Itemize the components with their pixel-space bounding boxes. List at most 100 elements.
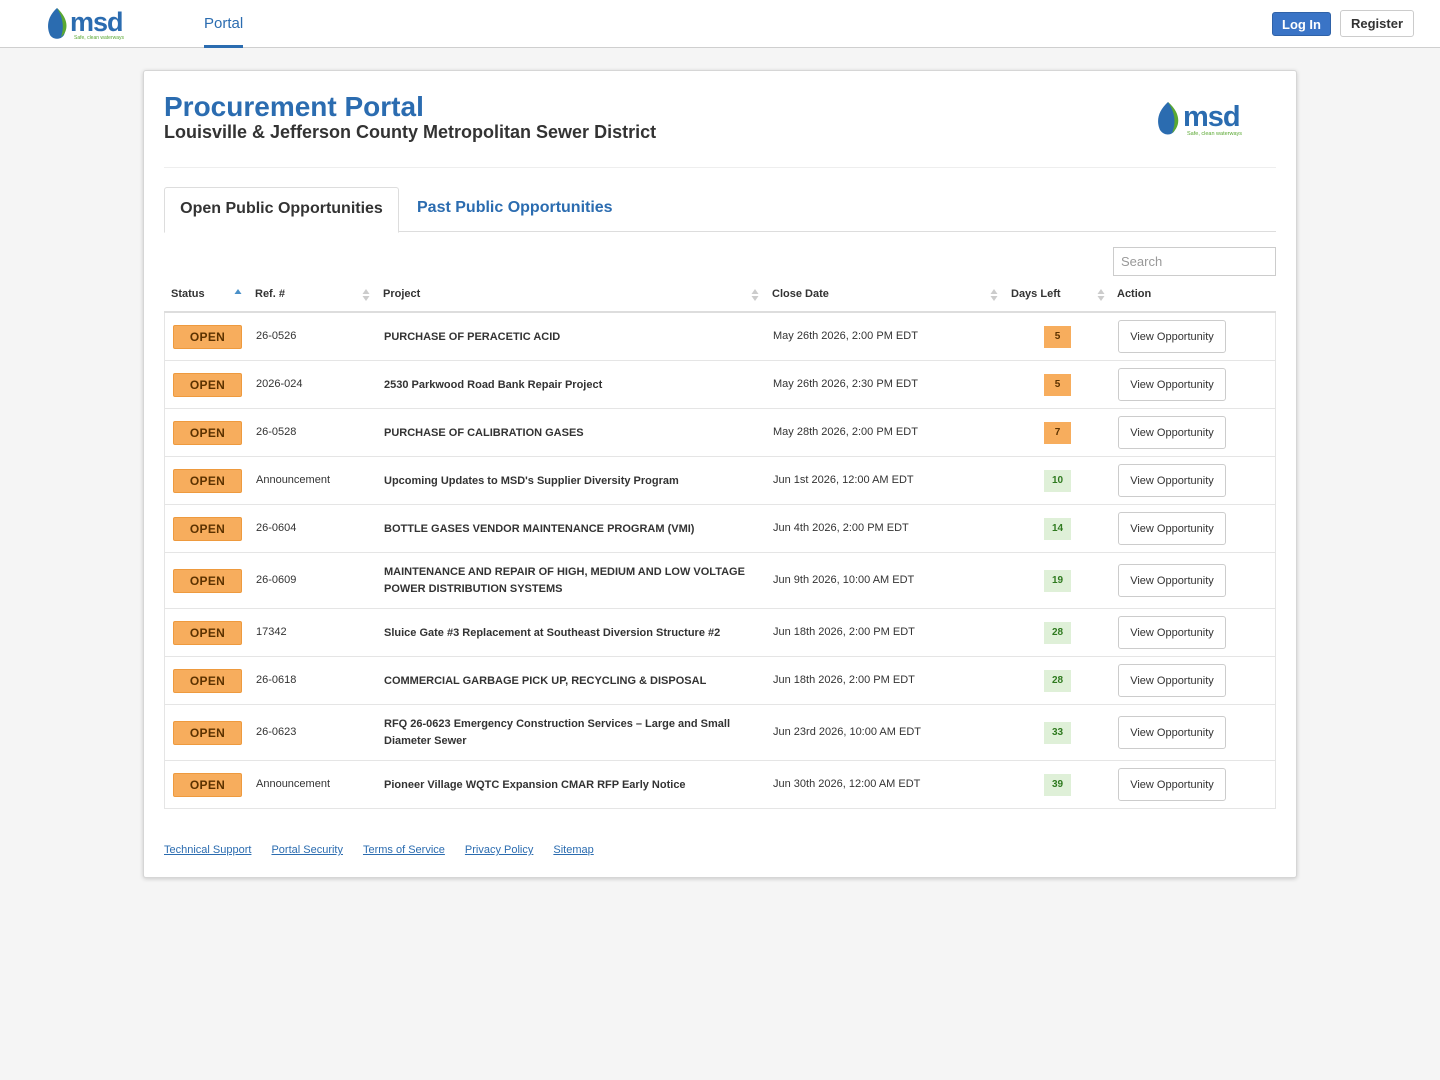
footer-link-portal-security[interactable]: Portal Security — [271, 844, 343, 856]
status-badge: OPEN — [173, 721, 242, 745]
view-opportunity-button[interactable]: View Opportunity — [1118, 464, 1226, 497]
logo-tagline-large: Safe, clean waterways — [1187, 131, 1242, 137]
project-name: PURCHASE OF CALIBRATION GASES — [384, 427, 584, 439]
status-badge: OPEN — [173, 621, 242, 645]
msd-logo[interactable]: msd Safe, clean waterways — [44, 6, 144, 42]
close-date: Jun 23rd 2026, 10:00 AM EDT — [773, 726, 921, 738]
sort-icon[interactable] — [751, 288, 759, 302]
table-row: OPEN 26-0528 PURCHASE OF CALIBRATION GASES… — [165, 409, 1275, 457]
header-divider — [164, 167, 1276, 168]
project-name: Upcoming Updates to MSD's Supplier Diver… — [384, 475, 679, 487]
view-opportunity-button[interactable]: View Opportunity — [1118, 320, 1226, 353]
table-row: OPEN Announcement Upcoming Updates to MSD'… — [165, 457, 1275, 505]
project-name: MAINTENANCE AND REPAIR OF HIGH, MEDIUM A… — [384, 566, 745, 595]
opportunities-table: Status Ref. # Project Close Date Days Le… — [164, 277, 1276, 809]
header-close-date[interactable]: Close Date — [772, 288, 829, 300]
days-left-badge: 7 — [1044, 422, 1071, 444]
logo-wordmark-large: msd — [1183, 101, 1240, 133]
days-left-badge: 10 — [1044, 470, 1071, 492]
ref-number: 26-0526 — [256, 330, 297, 342]
view-opportunity-button[interactable]: View Opportunity — [1118, 512, 1226, 545]
days-left-badge: 5 — [1044, 326, 1071, 348]
header-days-left[interactable]: Days Left — [1011, 288, 1061, 300]
tabs: Open Public Opportunities Past Public Op… — [164, 187, 1276, 233]
table-body: OPEN 26-0526 PURCHASE OF PERACETIC ACID May… — [164, 313, 1276, 809]
table-row: OPEN 26-0526 PURCHASE OF PERACETIC ACID May… — [165, 313, 1275, 361]
project-name: Sluice Gate #3 Replacement at Southeast … — [384, 627, 721, 639]
table-row: OPEN 26-0604 BOTTLE GASES VENDOR MAINTENAN… — [165, 505, 1275, 553]
footer-link-terms-of-service[interactable]: Terms of Service — [363, 844, 445, 856]
project-name: PURCHASE OF PERACETIC ACID — [384, 331, 561, 343]
status-badge: OPEN — [173, 421, 242, 445]
sort-icon[interactable] — [990, 288, 998, 302]
footer-link-sitemap[interactable]: Sitemap — [553, 844, 593, 856]
close-date: Jun 18th 2026, 2:00 PM EDT — [773, 674, 915, 686]
view-opportunity-button[interactable]: View Opportunity — [1118, 564, 1226, 597]
status-badge: OPEN — [173, 669, 242, 693]
ref-number: 2026-024 — [256, 378, 303, 390]
status-badge: OPEN — [173, 517, 242, 541]
table-row: OPEN 26-0623 RFQ 26-0623 Emergency Constru… — [165, 705, 1275, 761]
close-date: May 28th 2026, 2:00 PM EDT — [773, 426, 918, 438]
close-date: May 26th 2026, 2:30 PM EDT — [773, 378, 918, 390]
msd-logo-large: msd Safe, clean waterways — [1158, 101, 1242, 137]
close-date: Jun 18th 2026, 2:00 PM EDT — [773, 626, 915, 638]
days-left-badge: 28 — [1044, 622, 1071, 644]
header-project[interactable]: Project — [383, 288, 420, 300]
status-badge: OPEN — [173, 373, 242, 397]
sort-icon[interactable] — [362, 288, 370, 302]
days-left-badge: 33 — [1044, 722, 1071, 744]
close-date: Jun 1st 2026, 12:00 AM EDT — [773, 474, 914, 486]
status-badge: OPEN — [173, 773, 242, 797]
register-button[interactable]: Register — [1340, 10, 1414, 37]
table-header: Status Ref. # Project Close Date Days Le… — [164, 277, 1276, 313]
view-opportunity-button[interactable]: View Opportunity — [1118, 616, 1226, 649]
view-opportunity-button[interactable]: View Opportunity — [1118, 768, 1226, 801]
project-name: 2530 Parkwood Road Bank Repair Project — [384, 379, 603, 391]
header-action: Action — [1117, 288, 1152, 300]
close-date: May 26th 2026, 2:00 PM EDT — [773, 330, 918, 342]
table-row: OPEN 17342 Sluice Gate #3 Replacement at S… — [165, 609, 1275, 657]
project-name: COMMERCIAL GARBAGE PICK UP, RECYCLING & … — [384, 675, 707, 687]
days-left-badge: 5 — [1044, 374, 1071, 396]
logo-wordmark: msd — [70, 7, 123, 37]
sort-asc-icon[interactable] — [234, 288, 242, 302]
tab-open-opportunities[interactable]: Open Public Opportunities — [164, 187, 399, 233]
days-left-badge: 28 — [1044, 670, 1071, 692]
ref-number: 26-0618 — [256, 674, 297, 686]
status-badge: OPEN — [173, 469, 242, 493]
header-ref[interactable]: Ref. # — [255, 288, 285, 300]
footer-link-privacy-policy[interactable]: Privacy Policy — [465, 844, 533, 856]
ref-number: 26-0623 — [256, 726, 297, 738]
ref-number: Announcement — [256, 778, 330, 790]
ref-number: 26-0604 — [256, 522, 297, 534]
view-opportunity-button[interactable]: View Opportunity — [1118, 416, 1226, 449]
footer-links: Technical Support Portal Security Terms of… — [164, 844, 614, 856]
view-opportunity-button[interactable]: View Opportunity — [1118, 716, 1226, 749]
top-navbar: msd Safe, clean waterways Portal Log In … — [0, 0, 1440, 48]
status-badge: OPEN — [173, 325, 242, 349]
status-badge: OPEN — [173, 569, 242, 593]
search-input[interactable] — [1113, 247, 1276, 276]
ref-number: 26-0528 — [256, 426, 297, 438]
table-row: OPEN 26-0618 COMMERCIAL GARBAGE PICK UP, R… — [165, 657, 1275, 705]
close-date: Jun 4th 2026, 2:00 PM EDT — [773, 522, 909, 534]
ref-number: Announcement — [256, 474, 330, 486]
ref-number: 26-0609 — [256, 574, 297, 586]
view-opportunity-button[interactable]: View Opportunity — [1118, 368, 1226, 401]
page-title: Procurement Portal — [164, 91, 424, 122]
view-opportunity-button[interactable]: View Opportunity — [1118, 664, 1226, 697]
header-status[interactable]: Status — [171, 288, 205, 300]
login-button[interactable]: Log In — [1272, 12, 1331, 36]
project-name: RFQ 26-0623 Emergency Construction Servi… — [384, 718, 731, 747]
footer-link-technical-support[interactable]: Technical Support — [164, 844, 251, 856]
sort-icon[interactable] — [1097, 288, 1105, 302]
project-name: Pioneer Village WQTC Expansion CMAR RFP … — [384, 779, 686, 791]
tab-past-opportunities[interactable]: Past Public Opportunities — [417, 187, 613, 232]
days-left-badge: 19 — [1044, 570, 1071, 592]
nav-portal-link[interactable]: Portal — [204, 0, 244, 48]
project-name: BOTTLE GASES VENDOR MAINTENANCE PROGRAM … — [384, 523, 695, 535]
logo-tagline: Safe, clean waterways — [74, 35, 125, 41]
days-left-badge: 14 — [1044, 518, 1071, 540]
table-row: OPEN 2026-024 2530 Parkwood Road Bank Repa… — [165, 361, 1275, 409]
